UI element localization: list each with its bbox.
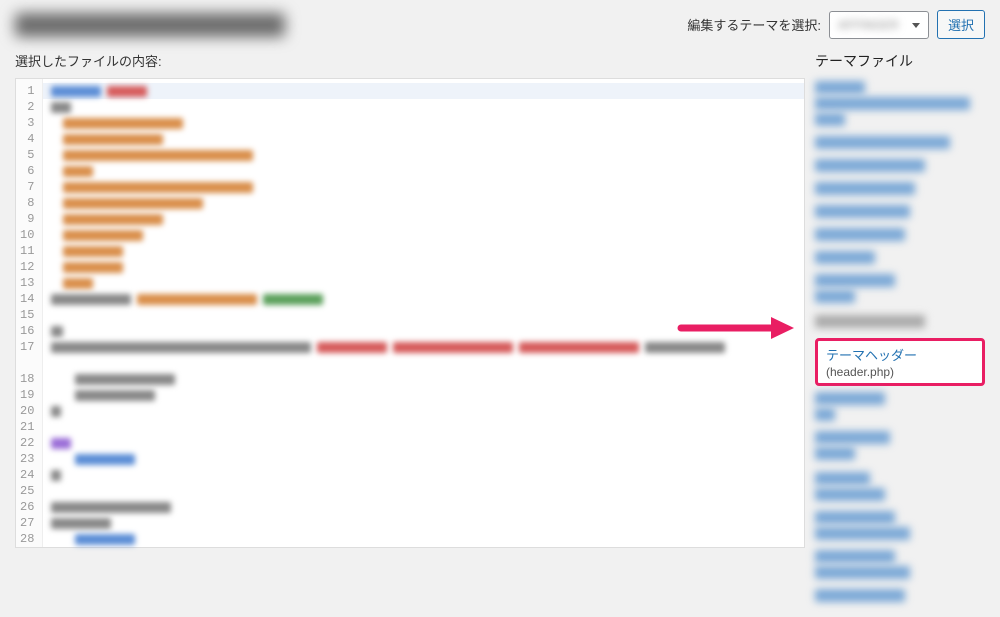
file-list: テーマヘッダー (header.php) [815, 79, 985, 607]
file-item[interactable] [815, 511, 895, 524]
file-item[interactable] [815, 408, 835, 421]
file-sidebar: テーマファイル テーマヘッダー (header.php) [815, 51, 985, 607]
file-item[interactable] [815, 431, 890, 444]
file-item[interactable] [815, 228, 905, 241]
file-item[interactable] [815, 392, 885, 405]
header-row: 編集するテーマを選択: AFFINGER 選択 [15, 10, 985, 39]
theme-select-label: 編集するテーマを選択: [687, 15, 821, 34]
file-item[interactable] [815, 472, 870, 485]
theme-dropdown-value: AFFINGER [838, 18, 899, 32]
content-row: 選択したファイルの内容: 12345 678910 1112131415 161… [15, 51, 985, 607]
file-item[interactable] [815, 97, 970, 110]
highlighted-file-filename: (header.php) [826, 365, 974, 379]
sidebar-title: テーマファイル [815, 51, 985, 71]
theme-dropdown[interactable]: AFFINGER [829, 11, 929, 39]
file-item[interactable] [815, 315, 925, 328]
file-item[interactable] [815, 159, 925, 172]
editor-content-label: 選択したファイルの内容: [15, 51, 805, 70]
file-item[interactable] [815, 81, 865, 94]
file-item[interactable] [815, 527, 910, 540]
file-item[interactable] [815, 447, 855, 460]
highlighted-file-item[interactable]: テーマヘッダー (header.php) [815, 338, 985, 386]
file-item[interactable] [815, 290, 855, 303]
file-item[interactable] [815, 205, 910, 218]
file-item[interactable] [815, 550, 895, 563]
code-editor[interactable]: 12345 678910 1112131415 1617 1819 202122… [15, 78, 805, 548]
file-item[interactable] [815, 589, 905, 602]
theme-selector: 編集するテーマを選択: AFFINGER 選択 [687, 10, 985, 39]
file-item[interactable] [815, 113, 845, 126]
highlighted-file-title: テーマヘッダー [826, 345, 974, 364]
file-item[interactable] [815, 274, 895, 287]
file-item[interactable] [815, 251, 875, 264]
code-content[interactable] [43, 79, 804, 547]
file-item[interactable] [815, 488, 885, 501]
page-title [15, 13, 285, 37]
select-button[interactable]: 選択 [937, 10, 985, 39]
file-item[interactable] [815, 566, 910, 579]
file-item[interactable] [815, 182, 915, 195]
line-numbers: 12345 678910 1112131415 1617 1819 202122… [16, 79, 43, 547]
editor-section: 選択したファイルの内容: 12345 678910 1112131415 161… [15, 51, 805, 607]
file-item[interactable] [815, 136, 950, 149]
